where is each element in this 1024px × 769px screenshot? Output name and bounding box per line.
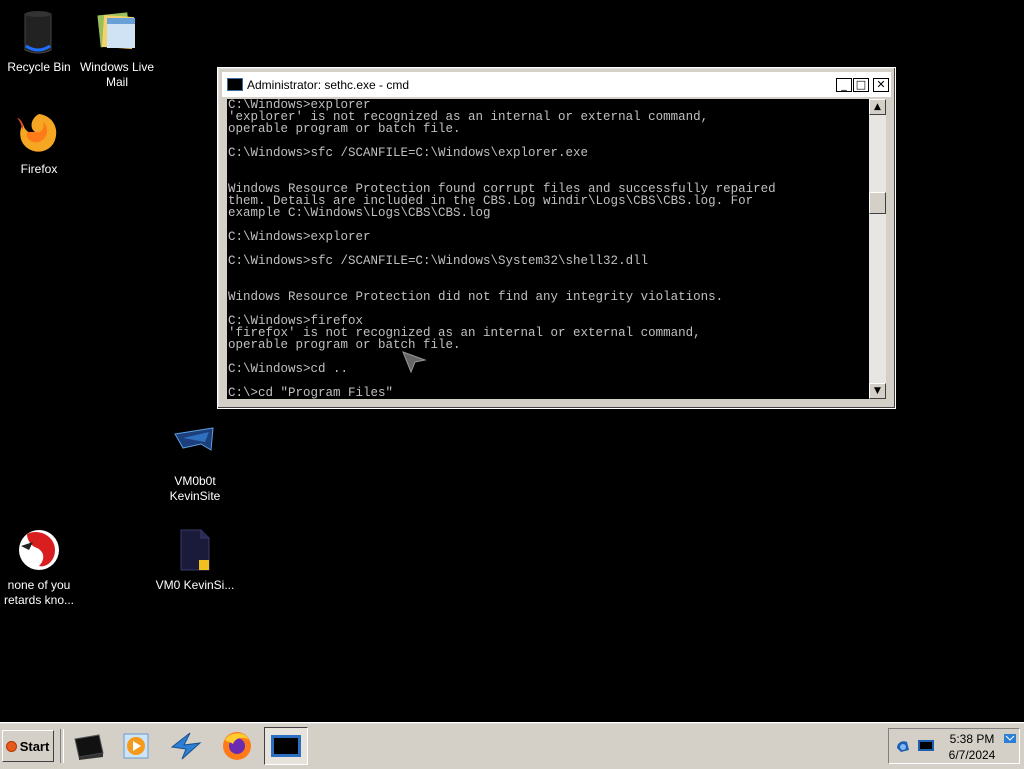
mail-folder-icon — [93, 8, 141, 56]
shortcut-bird-icon — [171, 422, 219, 470]
close-button[interactable]: ✕ — [873, 77, 889, 92]
console-app-icon — [74, 734, 104, 760]
console-text: C:\Windows>explorer 'explorer' is not re… — [228, 99, 776, 399]
desktop-icon-firefox[interactable]: Firefox — [0, 110, 81, 177]
maximize-button[interactable]: □ — [853, 77, 869, 92]
clock[interactable]: 5:38 PM 6/7/2024 — [939, 731, 1005, 763]
cmd-window[interactable]: Administrator: sethc.exe - cmd _ □ ✕ C:\… — [217, 67, 896, 409]
taskbar-app-mail[interactable] — [164, 727, 208, 765]
scroll-down-button[interactable]: ▼ — [869, 383, 886, 399]
display-icon[interactable] — [917, 738, 935, 754]
recycle-bin-icon — [15, 8, 63, 56]
mouse-cursor-icon — [402, 351, 427, 374]
desktop-icon-none-of-you[interactable]: none of you retards kno... — [0, 526, 81, 608]
document-file-icon — [171, 526, 219, 574]
desktop-icon-vm0b0t-kevinsite[interactable]: VM0b0t KevinSite — [153, 422, 237, 504]
scroll-thumb[interactable] — [869, 192, 886, 214]
taskbar-app-media-player[interactable] — [114, 727, 158, 765]
desktop-icon-label: none of you retards kno... — [3, 578, 75, 607]
clock-date: 6/7/2024 — [948, 748, 996, 762]
taskbar-app-cmd[interactable] — [264, 727, 308, 765]
desktop-icon-label: Firefox — [20, 162, 58, 176]
cmd-window-icon — [227, 78, 243, 91]
window-title: Administrator: sethc.exe - cmd — [247, 77, 410, 92]
minimize-button[interactable]: _ — [836, 77, 852, 92]
taskbar-separator — [60, 729, 64, 763]
system-tray: 5:38 PM 6/7/2024 — [888, 728, 1020, 764]
desktop-icon-label: Recycle Bin — [7, 60, 71, 74]
mail-app-icon — [170, 732, 202, 760]
desktop-icon-label: Windows Live Mail — [79, 60, 155, 89]
taskbar: Start 5:38 PM 6/7/2024 — [0, 722, 1024, 769]
desktop-icon-label: VM0b0t KevinSite — [169, 474, 221, 503]
clock-time: 5:38 PM — [949, 732, 995, 746]
desktop-icon-recycle-bin[interactable]: Recycle Bin — [0, 8, 81, 75]
firefox-icon — [15, 110, 63, 158]
scroll-up-button[interactable]: ▲ — [869, 99, 886, 115]
notification-icon[interactable] — [1003, 732, 1017, 746]
bird-app-icon — [15, 526, 63, 574]
media-player-icon — [123, 733, 149, 759]
cmd-window-icon — [271, 735, 301, 757]
taskbar-app-firefox[interactable] — [215, 727, 259, 765]
firefox-icon — [223, 732, 251, 760]
window-titlebar[interactable]: Administrator: sethc.exe - cmd _ □ ✕ — [222, 72, 891, 97]
start-button[interactable]: Start — [2, 730, 54, 762]
start-label: Start — [19, 738, 50, 754]
start-logo-icon — [6, 741, 16, 751]
desktop-icon-vm0-kevinsite[interactable]: VM0 KevinSi... — [153, 526, 237, 593]
taskbar-app-console[interactable] — [66, 727, 110, 765]
network-icon[interactable] — [895, 738, 911, 754]
desktop-icon-label: VM0 KevinSi... — [155, 578, 235, 592]
desktop-icon-windows-live-mail[interactable]: Windows Live Mail — [75, 8, 159, 90]
vertical-scrollbar[interactable]: ▲ ▼ — [869, 99, 886, 399]
console-output[interactable]: C:\Windows>explorer 'explorer' is not re… — [227, 99, 869, 399]
